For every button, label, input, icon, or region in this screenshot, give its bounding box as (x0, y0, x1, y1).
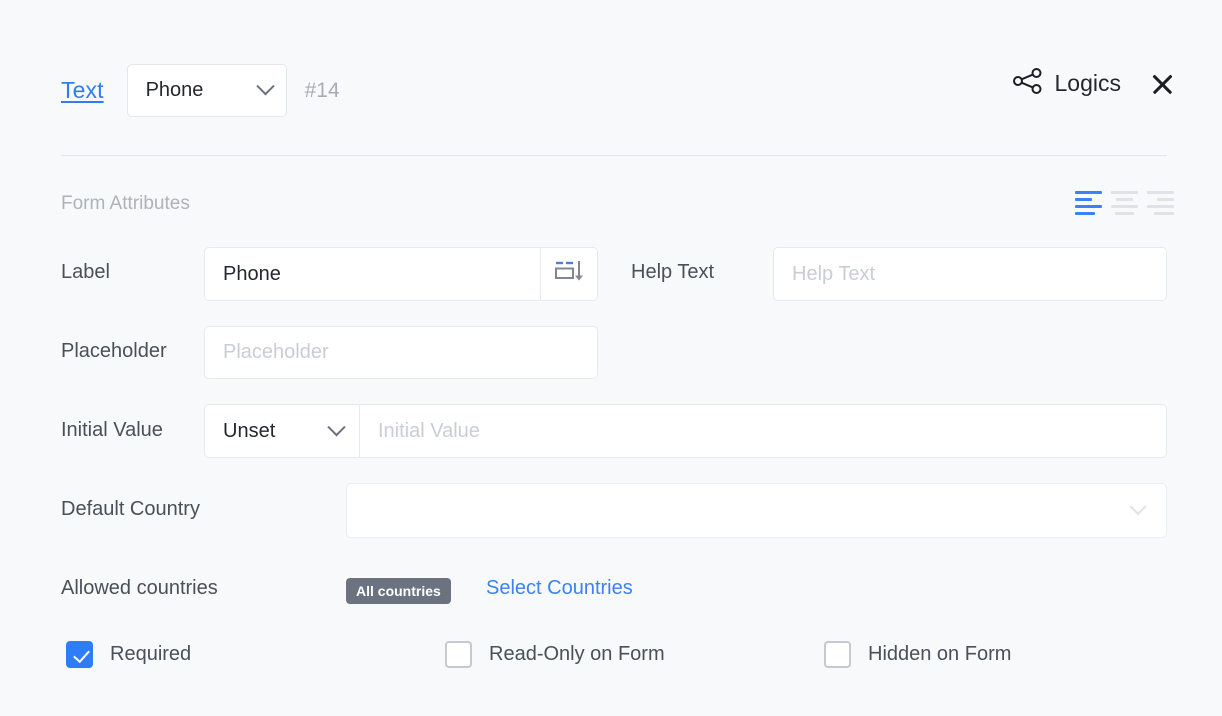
panel-header: Text Phone #14 Logics (0, 0, 1222, 156)
initial-value-field-label: Initial Value (61, 419, 163, 442)
required-checkbox[interactable]: Required (66, 641, 191, 668)
alignment-toggle-group (1075, 189, 1174, 217)
label-input[interactable]: Phone (204, 247, 541, 301)
label-field-label: Label (61, 261, 110, 284)
field-type-select[interactable]: Phone (127, 64, 287, 117)
chevron-down-icon (327, 418, 345, 436)
logics-button[interactable]: Logics (1013, 68, 1121, 99)
hidden-on-form-checkbox-label: Hidden on Form (868, 643, 1011, 666)
initial-value-input[interactable]: Initial Value (360, 404, 1167, 458)
default-country-select[interactable] (346, 483, 1167, 538)
initial-value-mode-value: Unset (223, 420, 275, 443)
help-text-field-label: Help Text (631, 261, 714, 284)
chevron-down-icon (1130, 498, 1147, 515)
field-type-select-value: Phone (146, 79, 204, 102)
share-nodes-icon (1013, 68, 1043, 99)
initial-value-mode-select[interactable]: Unset (204, 404, 360, 458)
field-id-label: #14 (305, 79, 340, 103)
help-text-input[interactable]: Help Text (773, 247, 1167, 301)
header-right-group: Logics (1013, 68, 1176, 99)
header-left-group: Text Phone #14 (61, 64, 340, 117)
align-left-icon[interactable] (1075, 189, 1102, 217)
read-only-on-form-checkbox[interactable]: Read-Only on Form (445, 641, 665, 668)
checkbox-box-icon (445, 641, 472, 668)
header-divider (61, 155, 1167, 156)
field-type-link[interactable]: Text (61, 77, 104, 104)
checkbox-box-icon (824, 641, 851, 668)
allowed-countries-badge[interactable]: All countries (346, 578, 451, 604)
chevron-down-icon (256, 77, 274, 95)
align-right-icon[interactable] (1147, 189, 1174, 217)
label-insert-variable-button[interactable] (541, 247, 598, 301)
hidden-on-form-checkbox[interactable]: Hidden on Form (824, 641, 1011, 668)
placeholder-input[interactable]: Placeholder (204, 326, 598, 379)
placeholder-field-label: Placeholder (61, 340, 167, 363)
checkbox-box-icon (66, 641, 93, 668)
logics-label: Logics (1055, 70, 1121, 97)
allowed-countries-field-label: Allowed countries (61, 577, 218, 600)
section-title: Form Attributes (61, 193, 190, 215)
align-center-icon[interactable] (1111, 189, 1138, 217)
default-country-field-label: Default Country (61, 498, 200, 521)
required-checkbox-label: Required (110, 643, 191, 666)
close-icon[interactable] (1148, 70, 1176, 98)
select-countries-link[interactable]: Select Countries (486, 577, 633, 600)
read-only-on-form-checkbox-label: Read-Only on Form (489, 643, 665, 666)
insert-below-icon (554, 258, 584, 291)
